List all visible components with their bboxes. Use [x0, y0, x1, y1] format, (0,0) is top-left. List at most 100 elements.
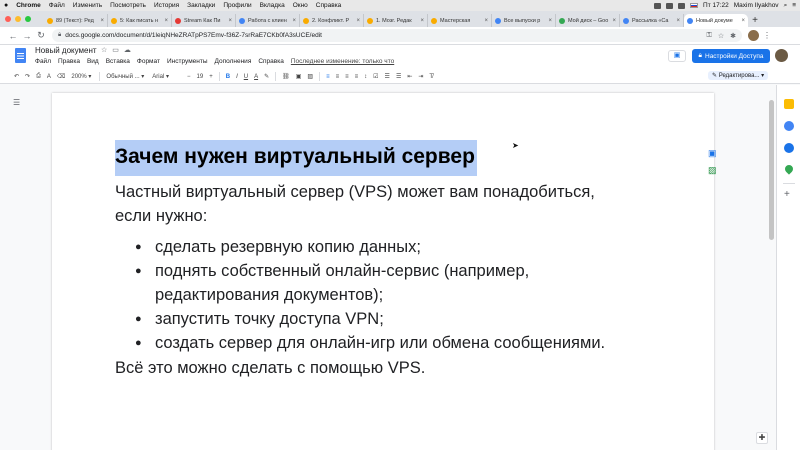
lock-icon[interactable]: 🔒︎: [58, 32, 61, 39]
align-justify-icon[interactable]: ≡: [355, 74, 359, 80]
status-icon[interactable]: [654, 2, 662, 9]
apple-icon[interactable]: ●: [4, 2, 8, 9]
bulleted-list-icon[interactable]: ☰: [385, 73, 390, 80]
underline-button[interactable]: U: [244, 74, 248, 80]
browser-tab[interactable]: Мастерская ×: [428, 14, 492, 27]
tasks-icon[interactable]: [784, 121, 794, 131]
mac-menu-window[interactable]: Окно: [293, 2, 308, 9]
bookmark-star-icon[interactable]: ☆: [718, 32, 724, 40]
undo-icon[interactable]: ↶: [14, 73, 19, 80]
highlight-icon[interactable]: ✎: [264, 73, 269, 80]
mac-menu-profiles[interactable]: Профили: [223, 2, 251, 9]
minimize-window-icon[interactable]: [15, 16, 21, 22]
reload-icon[interactable]: ↻: [34, 30, 48, 41]
mac-menu-history[interactable]: История: [154, 2, 179, 9]
menu-file[interactable]: Файл: [35, 58, 51, 65]
close-tab-icon[interactable]: ×: [741, 18, 745, 24]
close-window-icon[interactable]: [5, 16, 11, 22]
insert-image-icon[interactable]: ▨: [307, 73, 313, 80]
clock[interactable]: Пт 17:22: [703, 2, 729, 9]
scrollbar-thumb[interactable]: [769, 100, 774, 240]
maps-icon[interactable]: [783, 163, 795, 175]
battery-icon[interactable]: [678, 2, 686, 9]
list-item[interactable]: сделать резервную копию данных;: [135, 235, 635, 259]
close-tab-icon[interactable]: ×: [420, 18, 424, 24]
docs-logo-icon[interactable]: [15, 48, 26, 63]
list-item[interactable]: создать сервер для онлайн-игр или обмена…: [135, 331, 635, 355]
star-icon[interactable]: ☆: [101, 46, 107, 54]
zoom-select[interactable]: 200% ▾: [71, 73, 91, 80]
menu-view[interactable]: Вид: [87, 58, 99, 65]
style-select[interactable]: Обычный ... ▾: [106, 73, 144, 80]
menu-insert[interactable]: Вставка: [106, 58, 130, 65]
font-select[interactable]: Arial ▾: [152, 73, 169, 80]
keep-icon[interactable]: [784, 99, 794, 109]
font-size-input[interactable]: 19: [197, 74, 204, 80]
close-tab-icon[interactable]: ×: [100, 18, 104, 24]
document-heading[interactable]: Зачем нужен виртуальный сервер: [115, 140, 477, 176]
get-addons-icon[interactable]: +: [784, 189, 790, 200]
document-title[interactable]: Новый документ: [35, 46, 97, 55]
mac-menu-tab[interactable]: Вкладка: [260, 2, 285, 9]
new-tab-button[interactable]: +: [748, 14, 762, 27]
contacts-icon[interactable]: [784, 143, 794, 153]
close-tab-icon[interactable]: ×: [356, 18, 360, 24]
close-tab-icon[interactable]: ×: [228, 18, 232, 24]
comments-button[interactable]: ▣: [668, 50, 686, 62]
close-tab-icon[interactable]: ×: [548, 18, 552, 24]
menu-tools[interactable]: Инструменты: [167, 58, 208, 65]
browser-tab[interactable]: 89 (Текст): Ред ×: [44, 14, 108, 27]
browser-tab[interactable]: Новый докуме ×: [684, 14, 748, 27]
paint-format-icon[interactable]: ⌫: [57, 73, 65, 80]
browser-tab[interactable]: Все выпуски р ×: [492, 14, 556, 27]
key-icon[interactable]: ⚿: [707, 32, 712, 40]
font-size-increase[interactable]: +: [209, 74, 213, 80]
mac-menu-help[interactable]: Справка: [316, 2, 342, 9]
move-folder-icon[interactable]: ▭: [112, 46, 119, 54]
cloud-status-icon[interactable]: ☁: [124, 46, 131, 54]
wifi-icon[interactable]: [666, 2, 674, 9]
list-item[interactable]: запустить точку доступа VPN;: [135, 307, 635, 331]
browser-menu-icon[interactable]: ⋮: [763, 31, 771, 40]
editing-mode-select[interactable]: ✎ Редактирова... ▾: [708, 71, 769, 80]
add-comment-icon[interactable]: ▣: [296, 73, 302, 80]
align-right-icon[interactable]: ≡: [345, 74, 349, 80]
back-icon[interactable]: ←: [6, 31, 20, 41]
browser-tab[interactable]: Рассылка «Са ×: [620, 14, 684, 27]
browser-tab[interactable]: Работа с клиен ×: [236, 14, 300, 27]
close-tab-icon[interactable]: ×: [164, 18, 168, 24]
account-avatar[interactable]: [775, 49, 788, 62]
mac-menu-file[interactable]: Файл: [49, 2, 65, 9]
line-spacing-icon[interactable]: ↕: [364, 74, 367, 80]
mac-menu-bookmarks[interactable]: Закладки: [187, 2, 215, 9]
mac-menu-view[interactable]: Посмотреть: [110, 2, 146, 9]
add-comment-float-icon[interactable]: ▣: [708, 148, 717, 159]
spellcheck-icon[interactable]: A: [47, 74, 51, 80]
italic-button[interactable]: I: [236, 74, 238, 80]
redo-icon[interactable]: ↷: [25, 73, 30, 80]
bold-button[interactable]: B: [226, 74, 230, 80]
close-tab-icon[interactable]: ×: [484, 18, 488, 24]
menu-help[interactable]: Справка: [258, 58, 284, 65]
menu-list-icon[interactable]: ≡: [792, 2, 796, 9]
menu-edit[interactable]: Правка: [58, 58, 80, 65]
print-icon[interactable]: ⎙: [36, 73, 41, 80]
align-left-icon[interactable]: ≡: [326, 74, 330, 80]
share-button[interactable]: 🔒︎ Настройки Доступа: [692, 49, 770, 63]
explore-button[interactable]: ✚: [756, 432, 768, 444]
forward-icon[interactable]: →: [20, 31, 34, 41]
menu-format[interactable]: Формат: [137, 58, 160, 65]
close-tab-icon[interactable]: ×: [612, 18, 616, 24]
link-icon[interactable]: ⛓: [282, 73, 290, 80]
browser-tab[interactable]: 1. Мозг. Редак ×: [364, 14, 428, 27]
maximize-window-icon[interactable]: [25, 16, 31, 22]
document-outline-icon[interactable]: ☰: [13, 98, 20, 107]
close-tab-icon[interactable]: ×: [676, 18, 680, 24]
vertical-scrollbar[interactable]: [767, 85, 776, 450]
user-name[interactable]: Maxim Ilyakhov: [734, 2, 779, 9]
suggest-edit-icon[interactable]: ▨: [708, 165, 717, 176]
document-intro-paragraph[interactable]: Частный виртуальный сервер (VPS) может в…: [115, 180, 635, 228]
browser-tab[interactable]: Мой диск – Goo ×: [556, 14, 620, 27]
extensions-icon[interactable]: ✱: [730, 32, 736, 40]
decrease-indent-icon[interactable]: ⇤: [407, 73, 412, 80]
